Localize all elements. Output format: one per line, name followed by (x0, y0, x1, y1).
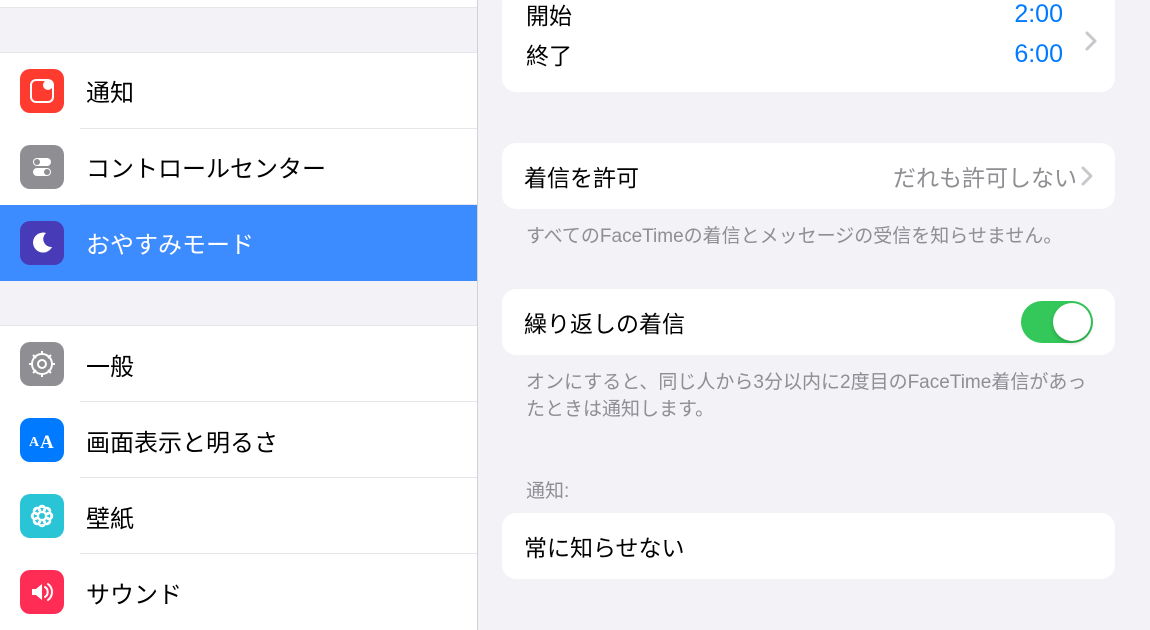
sidebar-item-notifications[interactable]: 通知 (0, 53, 477, 129)
repeat-calls-footer: オンにすると、同じ人から3分以内に2度目のFaceTime着信があったときは通知… (502, 355, 1115, 424)
allow-calls-row[interactable]: 着信を許可 だれも許可しない (502, 143, 1115, 209)
sidebar-item-wallpaper[interactable]: 壁紙 (0, 478, 477, 554)
schedule-card[interactable]: 開始 2:00 終了 6:00 (502, 0, 1115, 92)
sidebar-group-2: 一般 AA 画面表示と明るさ 壁紙 サウン (0, 325, 477, 630)
allow-calls-label: 着信を許可 (524, 159, 639, 193)
sidebar-item-general[interactable]: 一般 (0, 326, 477, 402)
notifications-icon (20, 69, 64, 113)
allow-calls-value: だれも許可しない (893, 159, 1077, 193)
sidebar-item-label: 一般 (86, 347, 134, 382)
sidebar-item-label: 通知 (86, 73, 134, 108)
sidebar-item-label: おやすみモード (86, 225, 254, 260)
schedule-start-value: 2:00 (1014, 0, 1063, 29)
sidebar-item-display-brightness[interactable]: AA 画面表示と明るさ (0, 402, 477, 478)
settings-sidebar: 通知 コントロールセンター おやすみモード (0, 0, 478, 630)
sidebar-item-label: 画面表示と明るさ (86, 423, 278, 458)
sidebar-item-label: コントロールセンター (86, 149, 326, 184)
sound-icon (20, 570, 64, 614)
chevron-right-icon (1085, 31, 1097, 51)
repeat-calls-label: 繰り返しの着信 (524, 305, 685, 339)
sidebar-item-sound[interactable]: サウンド (0, 554, 477, 630)
wallpaper-icon (20, 494, 64, 538)
gear-icon (20, 342, 64, 386)
sidebar-item-label: 壁紙 (86, 499, 134, 534)
always-block-row[interactable]: 常に知らせない (502, 513, 1115, 579)
display-icon: AA (20, 418, 64, 462)
chevron-right-icon (1081, 166, 1093, 186)
control-center-icon (20, 145, 64, 189)
allow-calls-footer: すべてのFaceTimeの着信とメッセージの受信を知らせません。 (502, 209, 1115, 251)
svg-text:A: A (40, 432, 54, 452)
allow-calls-card: 着信を許可 だれも許可しない (502, 143, 1115, 209)
detail-pane: 開始 2:00 終了 6:00 着信を許可 だれも許可しない (478, 0, 1150, 630)
notify-header: 通知: (502, 476, 1115, 513)
repeat-calls-card: 繰り返しの着信 (502, 289, 1115, 355)
schedule-start-row: 開始 2:00 (502, 0, 1115, 34)
sidebar-item-label: サウンド (86, 575, 182, 610)
repeat-calls-row: 繰り返しの着信 (502, 289, 1115, 355)
sidebar-item-control-center[interactable]: コントロールセンター (0, 129, 477, 205)
always-block-label: 常に知らせない (524, 529, 685, 563)
schedule-end-label: 終了 (526, 37, 572, 71)
svg-text:A: A (29, 435, 40, 450)
notify-card: 常に知らせない (502, 513, 1115, 579)
schedule-end-value: 6:00 (1014, 40, 1063, 69)
sidebar-group-1: 通知 コントロールセンター おやすみモード (0, 52, 477, 281)
schedule-start-label: 開始 (526, 0, 572, 31)
moon-icon (20, 221, 64, 265)
schedule-end-row: 終了 6:00 (502, 34, 1115, 74)
sidebar-item-do-not-disturb[interactable]: おやすみモード (0, 205, 477, 281)
repeat-calls-toggle[interactable] (1021, 301, 1093, 343)
